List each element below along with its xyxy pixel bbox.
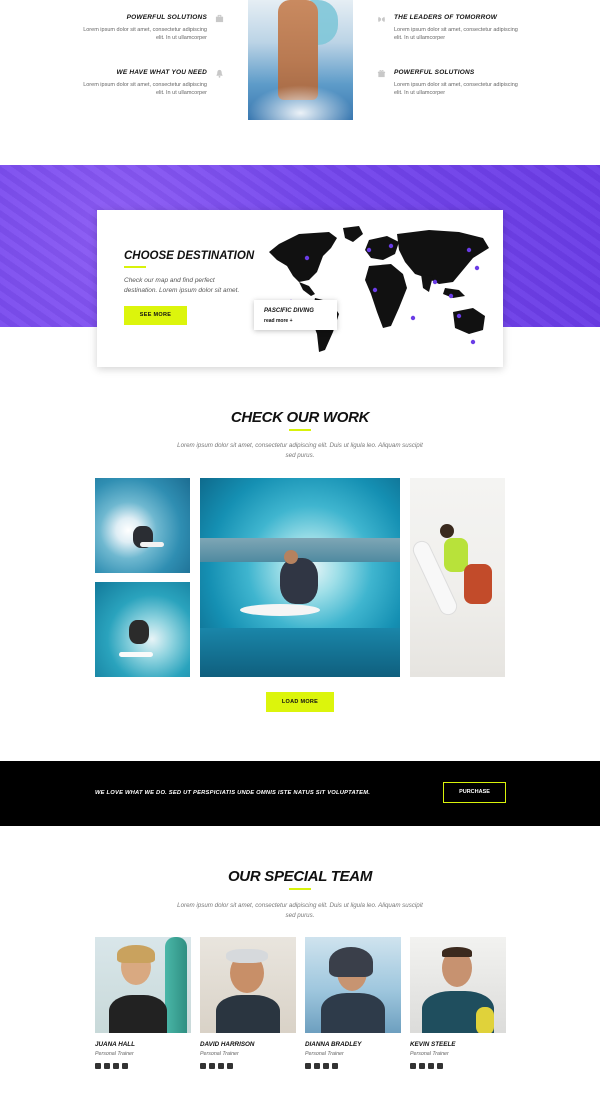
member-role: Personal Trainer xyxy=(305,1051,344,1057)
email-icon[interactable] xyxy=(200,1063,206,1069)
member-role: Personal Trainer xyxy=(200,1051,239,1057)
member-role: Personal Trainer xyxy=(95,1051,134,1057)
gallery-photo[interactable] xyxy=(410,478,505,677)
member-photo xyxy=(410,937,506,1033)
load-more-button[interactable]: Load More xyxy=(266,692,334,712)
features-section: Powerful Solutions Lorem ipsum dolor sit… xyxy=(0,0,600,130)
social-links xyxy=(305,1063,401,1069)
briefcase-icon xyxy=(215,14,224,23)
member-name: Dianna Bradley xyxy=(305,1041,362,1048)
feature-item: Powerful Solutions Lorem ipsum dolor sit… xyxy=(77,14,207,42)
purchase-button[interactable]: Purchase xyxy=(443,782,506,803)
twitter-icon[interactable] xyxy=(122,1063,128,1069)
email-icon[interactable] xyxy=(305,1063,311,1069)
feature-item: The Leaders of Tomorrow Lorem ipsum dolo… xyxy=(394,14,524,42)
facebook-icon[interactable] xyxy=(323,1063,329,1069)
facebook-icon[interactable] xyxy=(218,1063,224,1069)
feature-title: The Leaders of Tomorrow xyxy=(394,14,498,21)
feature-text: Lorem ipsum dolor sit amet, consectetur … xyxy=(83,82,207,96)
destination-card: Choose Destination Check our map and fin… xyxy=(97,210,503,367)
page: Powerful Solutions Lorem ipsum dolor sit… xyxy=(0,0,600,1100)
social-links xyxy=(95,1063,191,1069)
gift-icon xyxy=(377,69,386,78)
feature-item: We Have What You Need Lorem ipsum dolor … xyxy=(77,69,207,97)
banner-text: We love what we do. Sed ut perspiciatis … xyxy=(95,790,371,796)
work-title: Check Our Work xyxy=(230,409,370,426)
title-underline xyxy=(124,266,146,268)
see-more-button[interactable]: See More xyxy=(124,306,187,325)
feature-text: Lorem ipsum dolor sit amet, consectetur … xyxy=(394,82,518,96)
team-member-card[interactable]: David Harrison Personal Trainer xyxy=(200,937,296,1069)
cta-banner: We love what we do. Sed ut perspiciatis … xyxy=(0,761,600,826)
email-icon[interactable] xyxy=(95,1063,101,1069)
youtube-icon[interactable] xyxy=(314,1063,320,1069)
twitter-icon[interactable] xyxy=(437,1063,443,1069)
title-underline xyxy=(289,429,311,431)
youtube-icon[interactable] xyxy=(104,1063,110,1069)
bell-icon xyxy=(215,69,224,78)
feature-title: We Have What You Need xyxy=(116,69,207,76)
lungs-icon xyxy=(377,14,386,23)
member-photo xyxy=(305,937,401,1033)
member-name: Kevin Steele xyxy=(410,1041,456,1048)
twitter-icon[interactable] xyxy=(227,1063,233,1069)
twitter-icon[interactable] xyxy=(332,1063,338,1069)
member-photo xyxy=(200,937,296,1033)
team-subtitle: Lorem ipsum dolor sit amet, consectetur … xyxy=(177,902,423,919)
feature-item: Powerful Solutions Lorem ipsum dolor sit… xyxy=(394,69,524,97)
feature-title: Powerful Solutions xyxy=(394,69,475,76)
gallery-photo[interactable] xyxy=(95,582,190,677)
facebook-icon[interactable] xyxy=(428,1063,434,1069)
team-member-card[interactable]: Kevin Steele Personal Trainer xyxy=(410,937,506,1069)
facebook-icon[interactable] xyxy=(113,1063,119,1069)
member-role: Personal Trainer xyxy=(410,1051,449,1057)
member-name: David Harrison xyxy=(200,1041,255,1048)
email-icon[interactable] xyxy=(410,1063,416,1069)
read-more-link[interactable]: read more + xyxy=(264,318,293,324)
popup-title: Pascific Diving xyxy=(264,308,314,314)
destination-title: Choose Destination xyxy=(124,250,255,262)
team-title: Our Special Team xyxy=(227,868,373,885)
youtube-icon[interactable] xyxy=(419,1063,425,1069)
world-map[interactable] xyxy=(259,222,497,362)
feature-title: Powerful Solutions xyxy=(126,14,207,21)
title-underline xyxy=(289,888,311,890)
team-member-card[interactable]: Dianna Bradley Personal Trainer xyxy=(305,937,401,1069)
member-photo xyxy=(95,937,191,1033)
work-subtitle: Lorem ipsum dolor sit amet, consectetur … xyxy=(177,442,423,459)
feature-text: Lorem ipsum dolor sit amet, consectetur … xyxy=(83,27,207,41)
social-links xyxy=(410,1063,506,1069)
member-name: Juana Hall xyxy=(95,1041,135,1048)
gallery-photo[interactable] xyxy=(95,478,190,573)
youtube-icon[interactable] xyxy=(209,1063,215,1069)
destination-text: Check our map and find perfect destinati… xyxy=(124,277,240,294)
hero-surfer-photo xyxy=(248,0,353,120)
social-links xyxy=(200,1063,296,1069)
gallery-photo-featured[interactable] xyxy=(200,478,400,677)
feature-text: Lorem ipsum dolor sit amet, consectetur … xyxy=(394,27,518,41)
team-member-card[interactable]: Juana Hall Personal Trainer xyxy=(95,937,191,1069)
map-popup: Pascific Diving read more + xyxy=(254,300,337,330)
